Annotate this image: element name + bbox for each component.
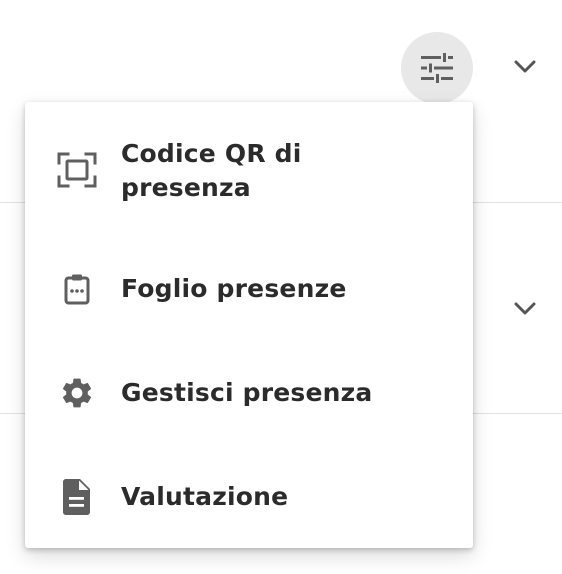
chevron-down-icon	[514, 302, 536, 315]
menu-item-label: Codice QR di presenza	[121, 139, 302, 202]
clipboard-icon	[56, 268, 98, 310]
attendance-options-menu: Codice QR di presenza Foglio presenze Ge…	[25, 102, 473, 548]
menu-item-grading[interactable]: Valutazione	[25, 476, 473, 518]
qr-scan-frame-icon	[56, 149, 98, 191]
menu-item-attendance-sheet[interactable]: Foglio presenze	[25, 268, 473, 310]
document-icon	[56, 476, 98, 518]
expand-chevron-button[interactable]	[513, 297, 537, 321]
menu-item-label: Gestisci presenza	[121, 378, 373, 407]
tune-sliders-icon	[421, 53, 453, 83]
menu-item-label: Valutazione	[121, 482, 289, 511]
menu-item-qr-code[interactable]: Codice QR di presenza	[25, 135, 473, 205]
chevron-down-icon	[514, 60, 536, 73]
expand-chevron-button[interactable]	[513, 55, 537, 79]
page-background: Codice QR di presenza Foglio presenze Ge…	[0, 0, 562, 574]
menu-item-manage-attendance[interactable]: Gestisci presenza	[25, 372, 473, 414]
gear-icon	[56, 372, 98, 414]
menu-item-label: Foglio presenze	[121, 274, 347, 303]
attendance-options-button[interactable]	[401, 32, 473, 104]
